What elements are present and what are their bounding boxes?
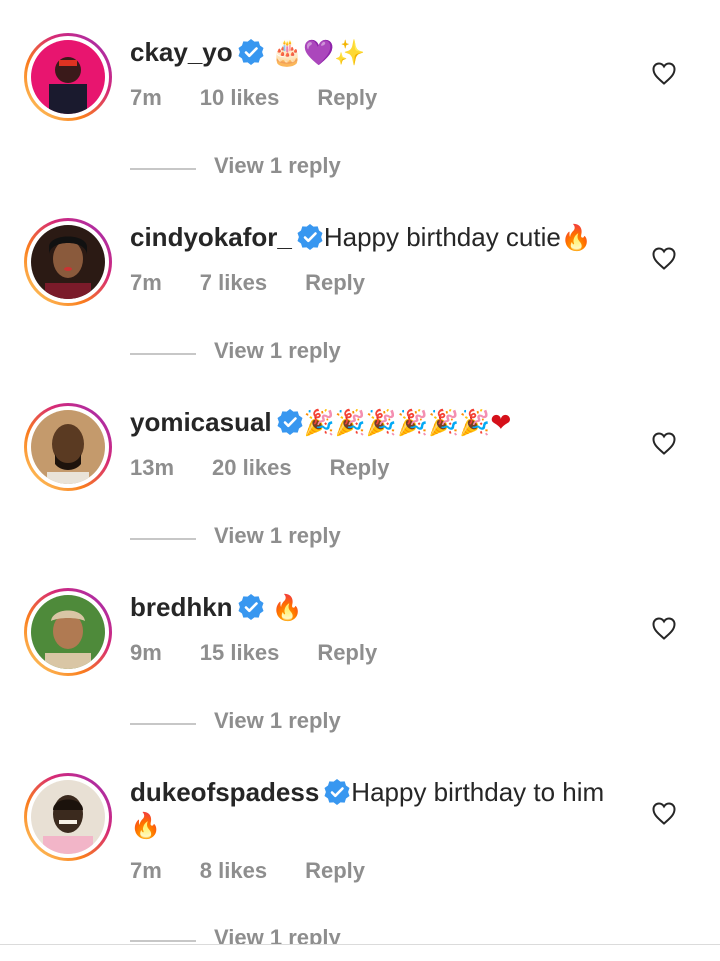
comment-body: Happy birthday to him (351, 777, 605, 807)
avatar-ring[interactable] (24, 403, 112, 491)
view-replies-label[interactable]: View 1 reply (214, 523, 341, 549)
comment-text: bredhkn 🔥 (130, 591, 630, 624)
avatar[interactable] (31, 410, 105, 484)
comment-meta: 13m 20 likes Reply (130, 455, 427, 481)
likes-count[interactable]: 10 likes (200, 85, 280, 110)
username[interactable]: bredhkn (130, 592, 233, 622)
username[interactable]: cindyokafor_ (130, 222, 292, 252)
avatar[interactable] (31, 40, 105, 114)
replies-divider (130, 168, 196, 170)
emoji-content: 🔥 (130, 811, 162, 840)
likes-count[interactable]: 20 likes (212, 455, 292, 480)
username[interactable]: ckay_yo (130, 37, 233, 67)
comment-meta: 9m 15 likes Reply (130, 640, 415, 666)
view-replies-label[interactable]: View 1 reply (214, 708, 341, 734)
username[interactable]: dukeofspadess (130, 777, 319, 807)
likes-count[interactable]: 8 likes (200, 858, 267, 883)
comment-text: dukeofspadess Happy birthday to him 🔥 (130, 776, 630, 842)
replies-divider (130, 538, 196, 540)
username[interactable]: yomicasual (130, 407, 272, 437)
comment-text: ckay_yo 🎂💜✨ (130, 36, 630, 69)
reply-button[interactable]: Reply (305, 270, 365, 295)
comment-text: yomicasual 🎉🎉🎉🎉🎉🎉❤ (130, 406, 630, 439)
likes-count[interactable]: 15 likes (200, 640, 280, 665)
heart-outline-icon[interactable] (650, 429, 678, 457)
verified-badge-icon (237, 38, 265, 66)
avatar-ring[interactable] (24, 773, 112, 861)
emoji-content: 🔥 (560, 223, 592, 252)
reply-button[interactable]: Reply (317, 640, 377, 665)
verified-badge-icon (296, 223, 324, 251)
replies-divider (130, 353, 196, 355)
timestamp: 13m (130, 455, 175, 480)
comment-meta: 7m 8 likes Reply (130, 858, 403, 884)
replies-divider (130, 723, 196, 725)
likes-count[interactable]: 7 likes (200, 270, 267, 295)
reply-button[interactable]: Reply (317, 85, 377, 110)
avatar[interactable] (31, 595, 105, 669)
heart-outline-icon[interactable] (650, 614, 678, 642)
comment-meta: 7m 10 likes Reply (130, 85, 415, 111)
view-replies-label[interactable]: View 1 reply (214, 338, 341, 364)
comment-meta: 7m 7 likes Reply (130, 270, 403, 296)
comment-body: Happy birthday cutie (323, 222, 561, 252)
comment-text: cindyokafor_ Happy birthday cutie🔥 (130, 221, 630, 254)
view-replies-label[interactable]: View 1 reply (214, 153, 341, 179)
timestamp: 7m (130, 858, 162, 883)
verified-badge-icon (237, 593, 265, 621)
avatar[interactable] (31, 225, 105, 299)
avatar-ring[interactable] (24, 218, 112, 306)
emoji-content: 🔥 (271, 593, 303, 622)
verified-badge-icon (323, 778, 351, 806)
reply-button[interactable]: Reply (305, 858, 365, 883)
timestamp: 9m (130, 640, 162, 665)
emoji-content: 🎉🎉🎉🎉🎉🎉❤ (303, 408, 512, 437)
emoji-content: 🎂💜✨ (271, 38, 366, 67)
heart-outline-icon[interactable] (650, 799, 678, 827)
timestamp: 7m (130, 270, 162, 295)
verified-badge-icon (276, 408, 304, 436)
replies-divider (130, 940, 196, 942)
heart-outline-icon[interactable] (650, 59, 678, 87)
avatar-ring[interactable] (24, 33, 112, 121)
heart-outline-icon[interactable] (650, 244, 678, 272)
bottom-bar-edge (0, 944, 720, 961)
timestamp: 7m (130, 85, 162, 110)
avatar-ring[interactable] (24, 588, 112, 676)
avatar[interactable] (31, 780, 105, 854)
reply-button[interactable]: Reply (330, 455, 390, 480)
